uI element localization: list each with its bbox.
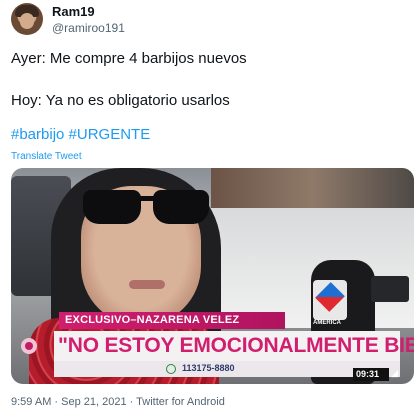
sunglasses-left-lens [83,190,141,224]
hashtag-barbijo[interactable]: #barbijo [11,126,64,143]
tweet-text-line-1: Ayer: Me compre 4 barbijos nuevos [11,50,247,67]
tweet-media-image[interactable]: AMERICA EXCLUSIVO–NAZARENA VELEZ "NO EST… [11,168,414,384]
lips [129,280,165,289]
banner-contact-strip: 113175-8880 [54,361,400,377]
background-building [211,168,414,213]
author-handle[interactable]: @ramiroo191 [52,21,125,35]
signal-icon: ◢ [391,368,398,378]
banner-exclusive-text: EXCLUSIVO–NAZARENA VELEZ [65,314,240,326]
clock-text: 09:31 [356,369,380,379]
banner-headline: "NO ESTOY EMOCIONALMENTE BIEN" [54,331,414,361]
banner-headline-text: "NO ESTOY EMOCIONALMENTE BIEN" [58,334,414,357]
sunglasses-bridge [137,196,157,201]
sunglasses-right-lens [153,190,209,224]
avatar[interactable] [11,3,43,35]
america-logo-icon [313,280,347,320]
background-vehicle [191,208,414,328]
whatsapp-icon [166,364,176,374]
banner-exclusive: EXCLUSIVO–NAZARENA VELEZ [59,312,285,329]
tweet-text-line-2: Hoy: Ya no es obligatorio usarlos [11,92,230,109]
channel-logo-icon [371,276,409,302]
avatar-face [20,13,34,29]
channel-badge-icon [21,338,37,354]
tweet-card: Ram19 @ramiroo191 Ayer: Me compre 4 barb… [0,0,420,416]
author-name[interactable]: Ram19 [52,4,95,19]
hashtag-urgente[interactable]: #URGENTE [69,126,151,143]
tweet-timestamp[interactable]: 9:59 AM · Sep 21, 2021 · Twitter for And… [11,396,225,408]
phone-number: 113175-8880 [182,363,235,373]
hashtags: #barbijo #URGENTE [11,126,150,143]
clock-box: 09:31 [353,368,389,381]
mic-label: AMERICA [313,320,341,326]
translate-tweet-link[interactable]: Translate Tweet [11,151,82,162]
